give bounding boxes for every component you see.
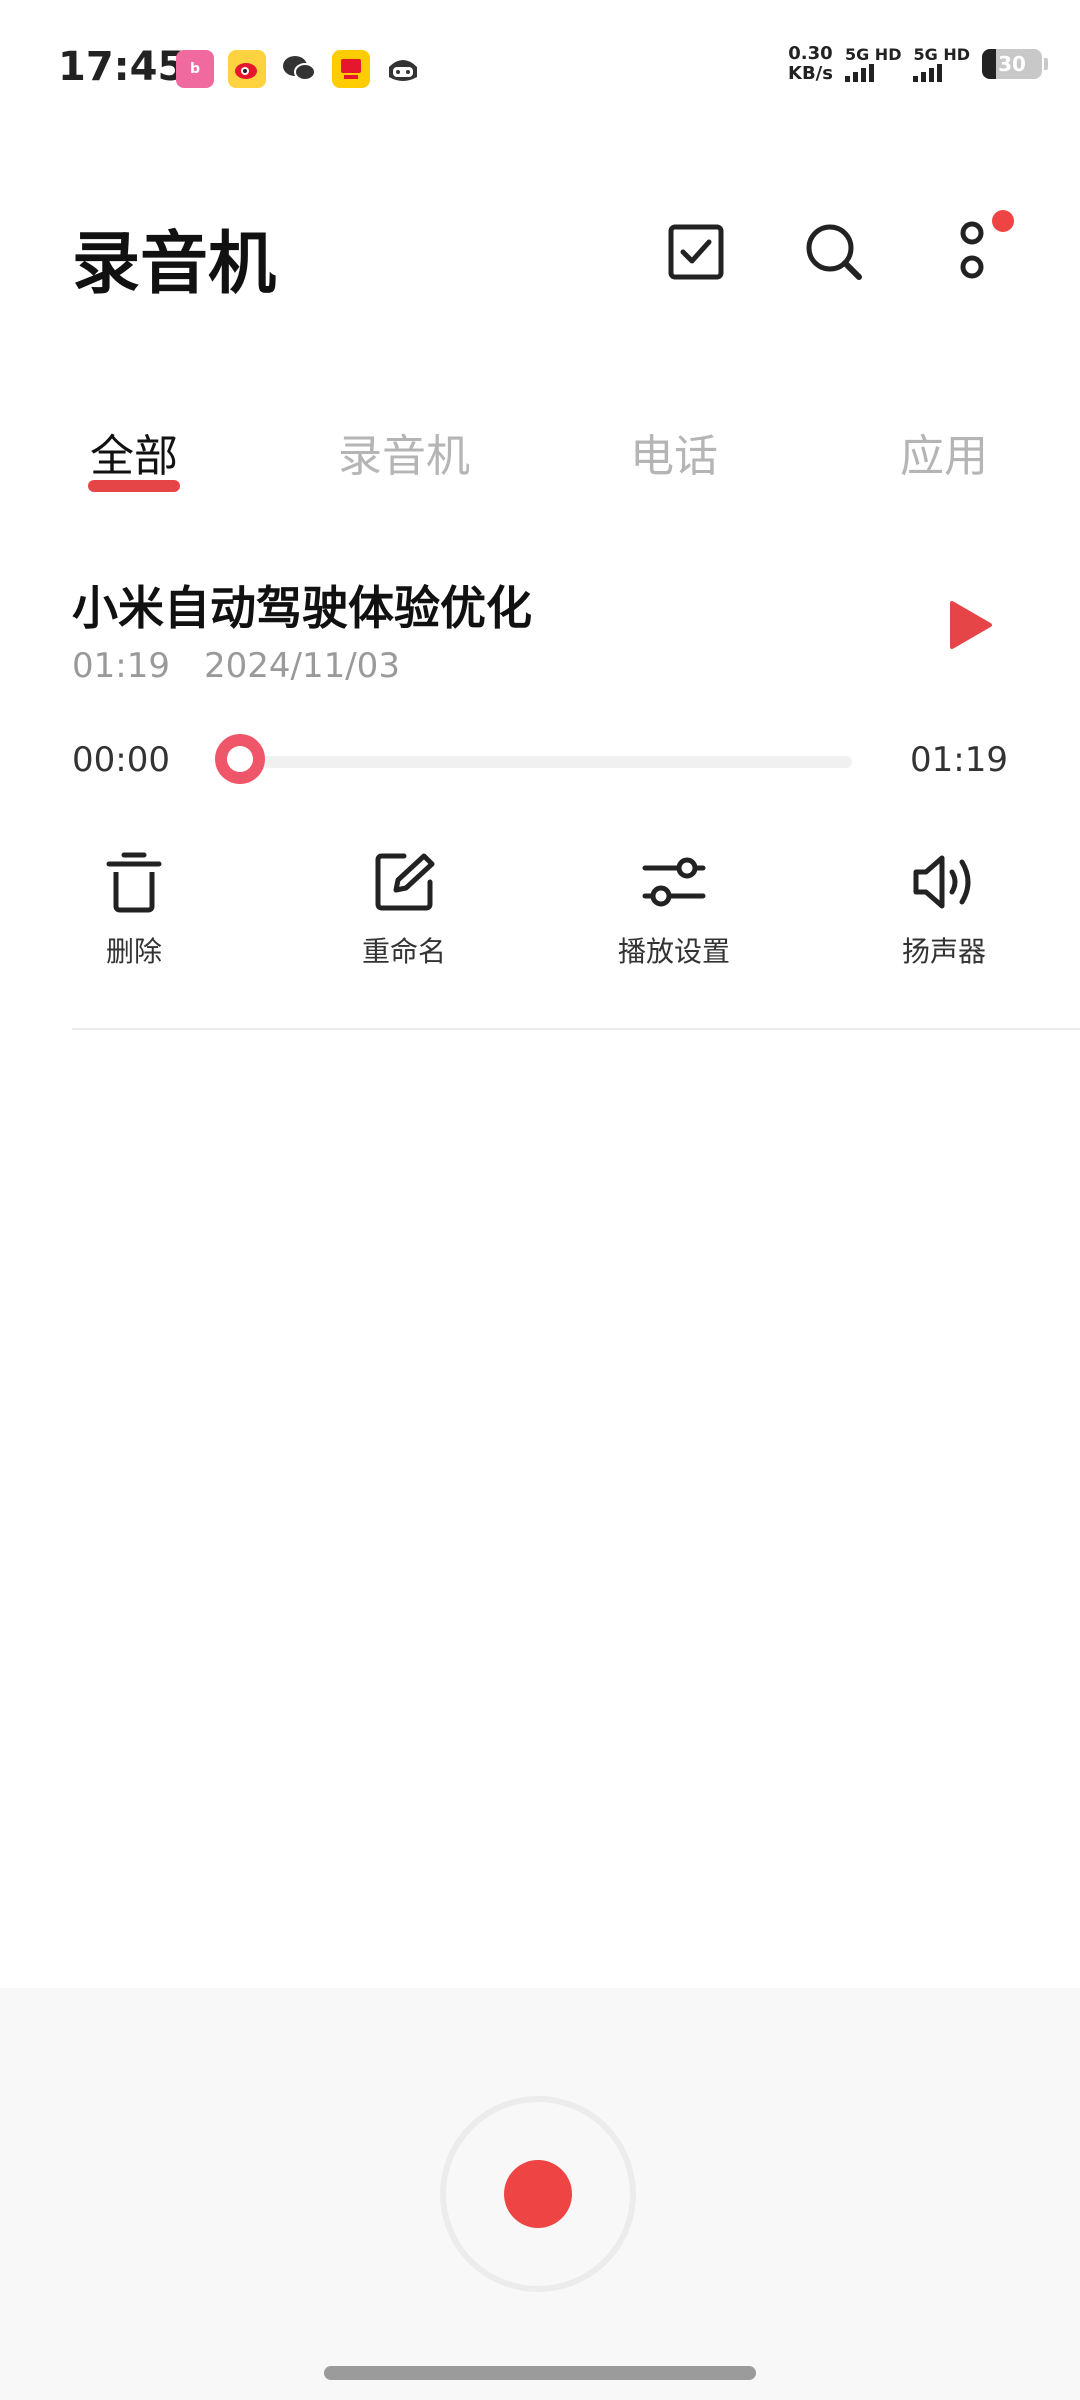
tab-recorder[interactable]: 录音机 bbox=[338, 420, 470, 484]
page-title: 录音机 bbox=[72, 225, 277, 304]
progress-slider-thumb[interactable] bbox=[215, 734, 265, 784]
weibo-icon bbox=[228, 50, 266, 88]
play-button[interactable] bbox=[936, 590, 1006, 660]
progress-track[interactable] bbox=[240, 756, 852, 768]
home-indicator[interactable] bbox=[324, 2366, 756, 2380]
divider bbox=[72, 1028, 1080, 1030]
search-icon bbox=[806, 224, 862, 280]
signal-bars-icon bbox=[913, 64, 943, 82]
status-time: 17:45 bbox=[58, 44, 186, 90]
rename-button[interactable]: 重命名 bbox=[304, 850, 504, 970]
speaker-button[interactable]: 扬声器 bbox=[844, 850, 1044, 970]
active-tab-indicator bbox=[88, 480, 180, 492]
signal-bars-icon bbox=[844, 64, 874, 82]
mascot-icon bbox=[384, 50, 422, 88]
settings-sliders-icon bbox=[642, 857, 706, 907]
tab-all[interactable]: 全部 bbox=[90, 420, 178, 484]
tab-phone[interactable]: 电话 bbox=[630, 420, 718, 484]
battery-icon: 30 bbox=[982, 49, 1048, 79]
recording-date: 2024/11/03 bbox=[203, 646, 400, 686]
record-icon bbox=[504, 2160, 572, 2228]
play-icon bbox=[950, 601, 992, 649]
sim2-signal: 5G HD bbox=[913, 46, 970, 82]
more-button[interactable] bbox=[932, 210, 1014, 292]
tab-apps[interactable]: 应用 bbox=[900, 420, 988, 484]
wechat-icon bbox=[280, 50, 318, 88]
status-indicators: 0.30 KB/s 5G HD 5G HD 30 bbox=[788, 43, 1048, 84]
speaker-icon bbox=[913, 855, 971, 909]
sim1-signal: 5G HD bbox=[844, 46, 901, 82]
recording-duration: 01:19 bbox=[72, 646, 170, 686]
more-icon bbox=[960, 221, 984, 279]
recording-title[interactable]: 小米自动驾驶体验优化 bbox=[72, 572, 532, 638]
multi-select-button[interactable] bbox=[656, 212, 736, 292]
notification-icons: b bbox=[176, 50, 422, 88]
playback-settings-button[interactable]: 播放设置 bbox=[574, 850, 774, 970]
search-button[interactable] bbox=[794, 212, 874, 292]
edit-icon bbox=[375, 853, 435, 911]
app-icon bbox=[332, 50, 370, 88]
trash-icon bbox=[106, 852, 162, 913]
recording-meta: 01:19 2024/11/03 bbox=[72, 646, 400, 686]
record-button[interactable] bbox=[440, 2096, 636, 2292]
delete-button[interactable]: 删除 bbox=[34, 850, 234, 970]
total-time: 01:19 bbox=[910, 740, 1008, 780]
notification-dot bbox=[992, 210, 1014, 232]
checkbox-icon bbox=[668, 224, 724, 280]
recording-actions: 删除 重命名 播放设置 扬声器 bbox=[0, 850, 1080, 970]
network-speed: 0.30 KB/s bbox=[788, 43, 833, 84]
current-time: 00:00 bbox=[72, 740, 170, 780]
bilibili-icon: b bbox=[176, 50, 214, 88]
status-bar: 17:45 b 0.30 KB/s 5G HD 5G HD 30 bbox=[0, 0, 1080, 140]
